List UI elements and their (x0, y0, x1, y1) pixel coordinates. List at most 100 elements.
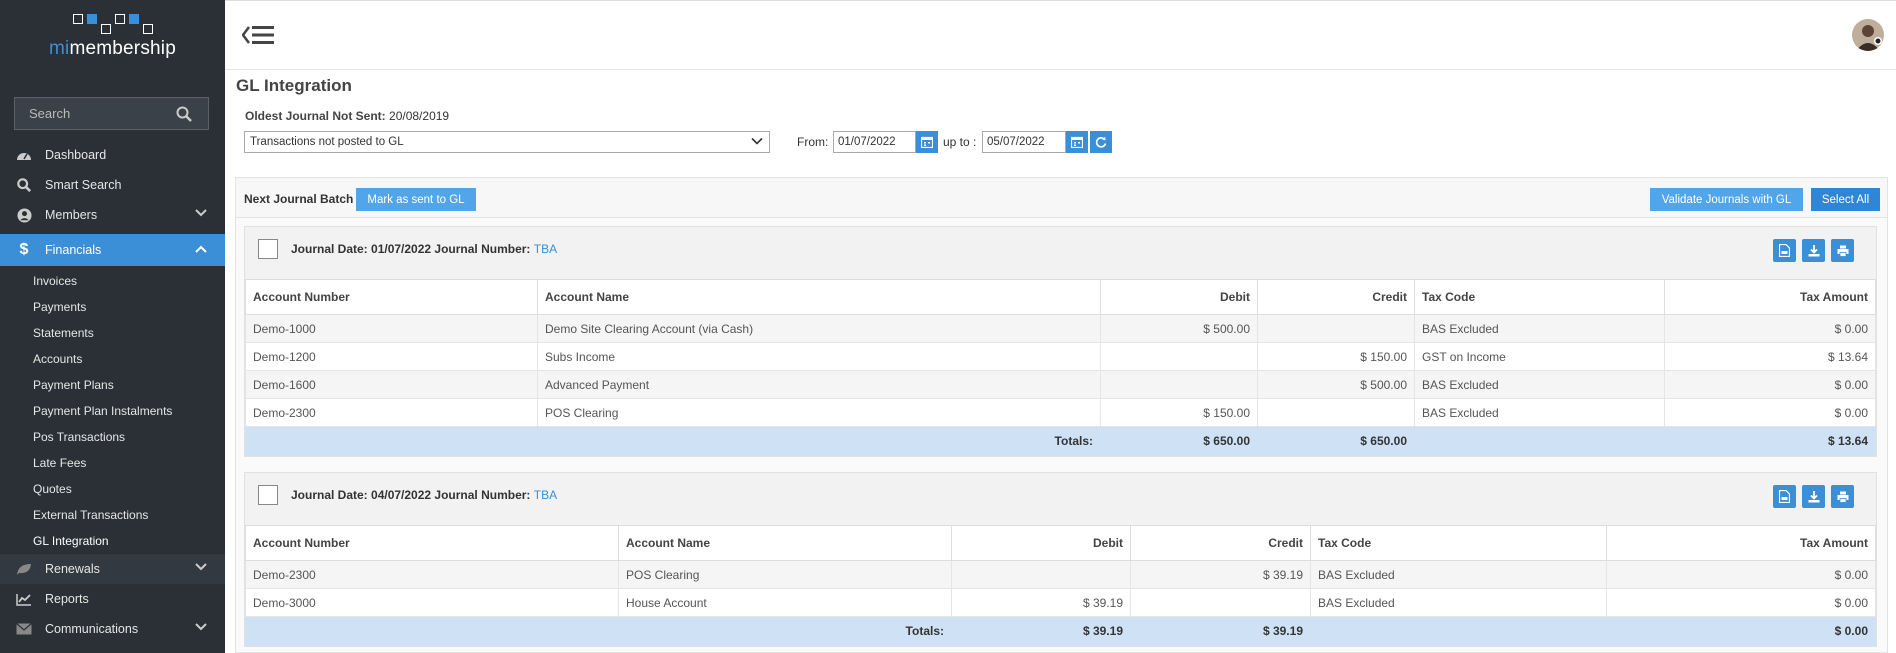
total-debit: $ 650.00 (1100, 426, 1258, 456)
submenu-item-accounts[interactable]: Accounts (0, 346, 225, 372)
column-header: Credit (1257, 279, 1415, 315)
oldest-journal-info: Oldest Journal Not Sent: 20/08/2019 (245, 109, 449, 123)
transaction-filter-value: Transactions not posted to GL (250, 136, 404, 148)
oldest-journal-value: 20/08/2019 (389, 109, 450, 123)
submenu-item-pos-transactions[interactable]: Pos Transactions (0, 424, 225, 450)
credit-cell (1130, 588, 1311, 617)
journal-number-link[interactable]: TBA (534, 488, 557, 502)
search-icon (15, 178, 33, 192)
menu-toggle-icon[interactable] (242, 23, 276, 47)
journal-checkbox[interactable] (258, 485, 278, 505)
debit-cell (1100, 370, 1258, 399)
table-row: Demo-1200 Subs Income $ 150.00 GST on In… (245, 342, 1876, 371)
oldest-journal-label: Oldest Journal Not Sent: (245, 109, 386, 123)
account-name-cell: House Account (618, 588, 952, 617)
sidebar-search[interactable]: Search (14, 97, 209, 130)
sidebar-item-smart-search[interactable]: Smart Search (0, 170, 225, 200)
from-date-input[interactable]: 01/07/2022 (833, 131, 916, 153)
submenu-item-statements[interactable]: Statements (0, 320, 225, 346)
chevron-down-icon (195, 563, 207, 571)
submenu-item-invoices[interactable]: Invoices (0, 268, 225, 294)
table-row: Demo-2300 POS Clearing $ 39.19 BAS Exclu… (245, 560, 1876, 589)
table-header-row: Account Number Account Name Debit Credit… (245, 525, 1876, 561)
submenu-item-payments[interactable]: Payments (0, 294, 225, 320)
pdf-icon[interactable] (1773, 485, 1796, 508)
print-icon[interactable] (1831, 485, 1854, 508)
credit-cell (1257, 314, 1415, 343)
account-number-cell: Demo-1200 (245, 342, 538, 371)
logo[interactable]: mimembership (0, 0, 225, 80)
submenu-item-gl-integration[interactable]: GL Integration (0, 528, 225, 554)
from-label: From: (797, 135, 829, 149)
column-header: Debit (951, 525, 1131, 561)
chevron-down-icon (195, 623, 207, 631)
table-row: Demo-1000 Demo Site Clearing Account (vi… (245, 314, 1876, 343)
transaction-filter-select[interactable]: Transactions not posted to GL (244, 131, 770, 153)
total-debit: $ 39.19 (951, 616, 1131, 646)
submenu-item-external-transactions[interactable]: External Transactions (0, 502, 225, 528)
submenu-item-quotes[interactable]: Quotes (0, 476, 225, 502)
total-credit: $ 39.19 (1130, 616, 1311, 646)
totals-row: Totals: $ 650.00 $ 650.00 $ 13.64 (245, 426, 1876, 456)
sidebar-item-reports[interactable]: Reports (0, 584, 225, 614)
select-all-button[interactable]: Select All (1811, 188, 1880, 211)
tax-amount-cell: $ 0.00 (1664, 370, 1876, 399)
table-row: Demo-1600 Advanced Payment $ 500.00 BAS … (245, 370, 1876, 399)
sidebar-item-renewals[interactable]: Renewals (0, 554, 225, 584)
search-icon[interactable] (176, 106, 192, 122)
tax-amount-cell: $ 0.00 (1664, 398, 1876, 427)
journal-checkbox[interactable] (258, 239, 278, 259)
journal-card: Journal Date: 01/07/2022 Journal Number:… (244, 226, 1877, 457)
sidebar-item-members[interactable]: Members (0, 200, 225, 230)
sidebar-item-dashboard[interactable]: Dashboard (0, 140, 225, 170)
print-icon[interactable] (1831, 239, 1854, 262)
journal-header: Journal Date: 01/07/2022 Journal Number:… (245, 227, 1876, 279)
mark-as-sent-button[interactable]: Mark as sent to GL (356, 188, 476, 211)
download-icon[interactable] (1802, 485, 1825, 508)
envelope-icon (15, 623, 33, 635)
totals-label: Totals: (537, 426, 1101, 456)
tax-code-cell: BAS Excluded (1310, 560, 1607, 589)
tax-code-cell: BAS Excluded (1414, 370, 1665, 399)
account-name-cell: Subs Income (537, 342, 1101, 371)
sidebar-item-communications[interactable]: Communications (0, 614, 225, 644)
avatar[interactable] (1852, 19, 1884, 51)
pdf-icon[interactable] (1773, 239, 1796, 262)
column-header: Account Name (618, 525, 952, 561)
journal-title: Journal Date: 04/07/2022 Journal Number:… (291, 488, 558, 502)
validate-journals-button[interactable]: Validate Journals with GL (1650, 188, 1803, 211)
refresh-icon[interactable] (1090, 131, 1112, 153)
submenu-item-payment-plan-instalments[interactable]: Payment Plan Instalments (0, 398, 225, 424)
chevron-down-icon (195, 209, 207, 217)
debit-cell (951, 560, 1131, 589)
journal-header: Journal Date: 04/07/2022 Journal Number:… (245, 473, 1876, 525)
total-credit: $ 650.00 (1257, 426, 1415, 456)
download-icon[interactable] (1802, 239, 1825, 262)
financials-submenu: Invoices Payments Statements Accounts Pa… (0, 266, 225, 554)
sidebar-item-label: Financials (45, 243, 102, 257)
column-header: Tax Amount (1664, 279, 1876, 315)
sidebar-item-financials[interactable]: $ Financials (0, 234, 225, 266)
submenu-item-payment-plans[interactable]: Payment Plans (0, 372, 225, 398)
page-title: GL Integration (236, 76, 352, 95)
sidebar: mimembership Search Dashboard Smart Sear… (0, 0, 225, 653)
search-input[interactable]: Search (29, 106, 70, 121)
account-number-cell: Demo-2300 (245, 398, 538, 427)
account-number-cell: Demo-2300 (245, 560, 619, 589)
calendar-icon[interactable] (916, 131, 938, 153)
upto-label: up to : (943, 135, 977, 149)
account-name-cell: POS Clearing (618, 560, 952, 589)
upto-date-input[interactable]: 05/07/2022 (982, 131, 1066, 153)
top-bar (225, 0, 1896, 70)
column-header: Debit (1100, 279, 1258, 315)
journal-table: Account Number Account Name Debit Credit… (245, 525, 1876, 646)
journal-number-link[interactable]: TBA (534, 242, 557, 256)
submenu-item-late-fees[interactable]: Late Fees (0, 450, 225, 476)
calendar-icon[interactable] (1066, 131, 1088, 153)
tax-code-cell: GST on Income (1414, 342, 1665, 371)
account-number-cell: Demo-1600 (245, 370, 538, 399)
tax-amount-cell: $ 0.00 (1606, 560, 1876, 589)
journal-title: Journal Date: 01/07/2022 Journal Number:… (291, 242, 558, 256)
journal-card: Journal Date: 04/07/2022 Journal Number:… (244, 472, 1877, 647)
sidebar-item-label: Dashboard (45, 148, 107, 162)
